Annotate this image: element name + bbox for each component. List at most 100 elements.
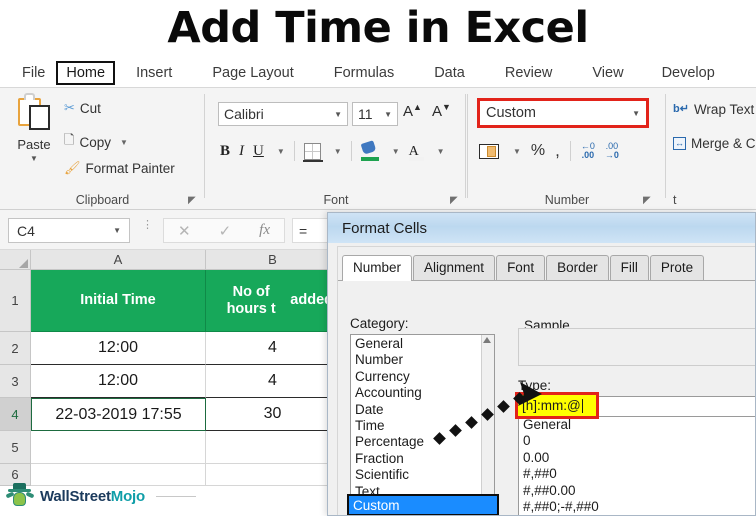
tab-view[interactable]: View	[583, 62, 632, 84]
category-item-percentage[interactable]: Percentage	[351, 434, 494, 450]
chevron-down-icon[interactable]: ▼	[113, 226, 121, 235]
type-listbox[interactable]: General 0 0.00 #,##0 #,##0.00 #,##0;-#,#…	[518, 417, 755, 515]
category-item-scientific[interactable]: Scientific	[351, 467, 494, 483]
row-header-4[interactable]: 4	[0, 398, 31, 431]
decrease-decimal-icon[interactable]: .00 →0	[605, 142, 619, 160]
tab-insert[interactable]: Insert	[127, 62, 181, 84]
grow-font-button[interactable]: A▲	[403, 102, 422, 120]
tab-border[interactable]: Border	[546, 255, 609, 280]
fill-color-icon[interactable]	[360, 139, 379, 161]
cell-b2[interactable]: 4	[206, 332, 340, 365]
chevron-down-icon[interactable]: ▼	[384, 110, 392, 119]
underline-button[interactable]: U	[253, 143, 264, 160]
category-item-accounting[interactable]: Accounting	[351, 385, 494, 401]
chevron-down-icon[interactable]: ▼	[277, 147, 285, 156]
cell-b4[interactable]: 30	[206, 398, 340, 431]
tab-data[interactable]: Data	[425, 62, 474, 84]
increase-decimal-icon[interactable]: ←0.00	[581, 142, 595, 160]
row-header-2[interactable]: 2	[0, 332, 31, 365]
tab-fill[interactable]: Fill	[609, 255, 649, 280]
type-option-0-00[interactable]: 0.00	[519, 450, 755, 466]
number-dialog-launcher-icon[interactable]: ◤	[643, 195, 651, 206]
tab-number[interactable]: Number	[342, 255, 413, 281]
type-option-thousands[interactable]: #,##0	[519, 466, 755, 482]
ribbon-group-number: Custom ▼ ▼ % , ←0.00 .00 →0 Number ◤	[467, 88, 667, 210]
cell-a5[interactable]	[31, 431, 206, 464]
font-dialog-launcher-icon[interactable]: ◤	[450, 195, 458, 206]
select-all-corner[interactable]	[0, 250, 31, 270]
type-input-highlight[interactable]: [h]:mm:@	[515, 392, 599, 419]
type-option-thousands-2dp[interactable]: #,##0.00	[519, 483, 755, 499]
font-name-input[interactable]: Calibri ▼	[218, 102, 348, 126]
chevron-down-icon[interactable]: ▼	[513, 147, 521, 156]
accounting-format-icon[interactable]	[479, 143, 499, 159]
formula-bar-grip[interactable]: ⋮	[142, 220, 153, 231]
tab-page-layout[interactable]: Page Layout	[203, 62, 302, 84]
cell-a1[interactable]: Initial Time	[31, 270, 206, 332]
chevron-down-icon[interactable]: ▼	[392, 147, 400, 156]
tab-formulas[interactable]: Formulas	[325, 62, 403, 84]
tab-font[interactable]: Font	[496, 255, 546, 280]
chevron-down-icon[interactable]: ▼	[632, 109, 640, 118]
font-color-icon[interactable]: A	[408, 142, 424, 161]
percent-style-button[interactable]: %	[531, 142, 545, 160]
row-header-5[interactable]: 5	[0, 431, 31, 464]
cell-b6[interactable]	[206, 464, 340, 486]
tab-file[interactable]: File	[13, 62, 54, 84]
cell-b1[interactable]: No of hours t added	[206, 270, 340, 332]
type-option-general[interactable]: General	[519, 417, 755, 433]
chevron-down-icon[interactable]: ▼	[334, 110, 342, 119]
insert-function-icon[interactable]: fx	[259, 222, 270, 239]
category-item-number[interactable]: Number	[351, 352, 494, 368]
cell-a3[interactable]: 12:00	[31, 365, 206, 398]
clipboard-dialog-launcher-icon[interactable]: ◤	[188, 195, 196, 206]
number-buttons-row: ▼ % , ←0.00 .00 →0	[479, 138, 619, 164]
tab-home[interactable]: Home	[56, 60, 116, 85]
cancel-formula-icon[interactable]: ✕	[178, 222, 191, 240]
scroll-up-icon[interactable]	[483, 337, 491, 343]
category-item-currency[interactable]: Currency	[351, 369, 494, 385]
category-item-time[interactable]: Time	[351, 418, 494, 434]
format-painter-button[interactable]: 🖌 Format Painter	[64, 160, 175, 176]
chevron-down-icon[interactable]: ▼	[30, 154, 38, 163]
category-item-date[interactable]: Date	[351, 402, 494, 418]
comma-style-button[interactable]: ,	[555, 142, 560, 159]
tab-developer[interactable]: Develop	[653, 62, 724, 84]
row-header-3[interactable]: 3	[0, 365, 31, 398]
tab-alignment[interactable]: Alignment	[413, 255, 496, 280]
paste-button[interactable]: Paste ▼	[8, 93, 60, 182]
borders-icon[interactable]	[303, 142, 324, 162]
tab-review[interactable]: Review	[496, 62, 562, 84]
cell-b5[interactable]	[206, 431, 340, 464]
italic-button[interactable]: I	[239, 143, 244, 160]
merge-center-button[interactable]: ↔ Merge & Cen	[673, 136, 756, 151]
column-header-a[interactable]: A	[31, 250, 206, 270]
font-size-input[interactable]: 11 ▼	[352, 102, 398, 126]
category-item-custom[interactable]: Custom	[347, 494, 499, 515]
chevron-down-icon[interactable]: ▼	[437, 147, 445, 156]
bold-button[interactable]: B	[220, 143, 230, 160]
tab-protection[interactable]: Prote	[649, 255, 705, 280]
name-box[interactable]: C4 ▼	[8, 218, 130, 243]
category-scrollbar[interactable]	[481, 335, 494, 515]
cut-button[interactable]: ✂ Cut	[64, 100, 101, 116]
chevron-down-icon[interactable]: ▼	[120, 138, 128, 147]
category-item-general[interactable]: General	[351, 336, 494, 352]
wrap-text-button[interactable]: b↵ Wrap Text	[673, 102, 754, 117]
cell-a2[interactable]: 12:00	[31, 332, 206, 365]
row-header-1[interactable]: 1	[0, 270, 31, 332]
type-option-0[interactable]: 0	[519, 433, 755, 449]
category-item-fraction[interactable]: Fraction	[351, 451, 494, 467]
ribbon-group-font: Calibri ▼ 11 ▼ A▲ A▼ B I U ▼ ▼ ▼ A ▼ Fon…	[206, 88, 466, 210]
number-format-dropdown[interactable]: Custom ▼	[477, 98, 649, 128]
copy-button[interactable]: 🗋 Copy ▼	[64, 131, 128, 153]
enter-formula-icon[interactable]: ✓	[219, 222, 232, 240]
chevron-down-icon[interactable]: ▼	[334, 147, 342, 156]
cell-b3[interactable]: 4	[206, 365, 340, 398]
shrink-font-button[interactable]: A▼	[432, 102, 451, 120]
column-header-b[interactable]: B	[206, 250, 340, 270]
cell-a4[interactable]: 22-03-2019 17:55	[31, 398, 206, 431]
type-option-thousands-neg[interactable]: #,##0;-#,##0	[519, 499, 755, 515]
category-listbox[interactable]: General Number Currency Accounting Date …	[350, 334, 495, 515]
format-painter-label: Format Painter	[85, 160, 175, 176]
